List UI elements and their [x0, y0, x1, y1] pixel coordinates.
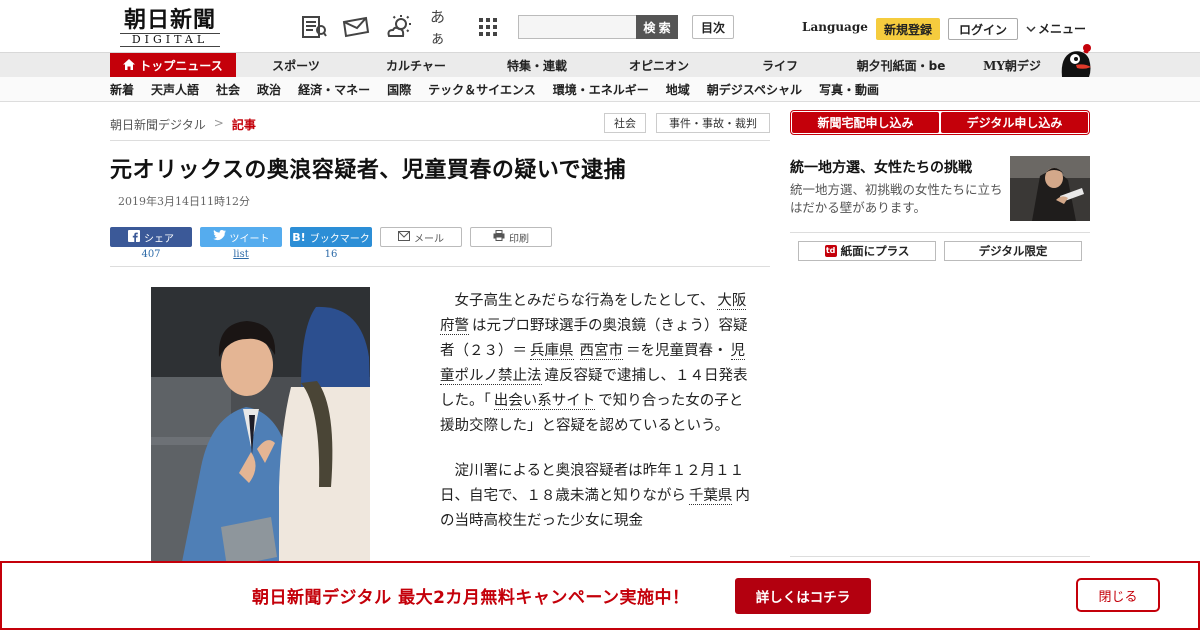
article-timestamp: 2019年3月14日11時12分	[118, 195, 250, 208]
digital-signup-button[interactable]: デジタル申し込み	[941, 112, 1088, 133]
site-header: 朝日新聞 DIGITAL あぁ 検 索 目次 Language 新規登録 ログイ…	[0, 0, 1200, 52]
breadcrumb-current: 記事	[231, 118, 256, 132]
chevron-down-icon	[1026, 22, 1036, 36]
twitter-share-button[interactable]: ツイート	[200, 227, 282, 247]
campaign-banner: 朝日新聞デジタル 最大2カ月無料キャンペーン実施中！ 詳しくはコチラ 閉じる	[0, 561, 1200, 630]
subnav-politics[interactable]: 政治	[257, 81, 281, 98]
divider	[110, 266, 770, 267]
subnav-special[interactable]: 朝デジスペシャル	[707, 81, 802, 98]
toc-button[interactable]: 目次	[692, 15, 734, 39]
subnav-tenseijingo[interactable]: 天声人語	[151, 81, 199, 98]
nav-culture[interactable]: カルチャー	[356, 53, 476, 78]
text-segment: 女子高生とみだらな行為をしたとして、	[454, 293, 715, 309]
campaign-details-button[interactable]: 詳しくはコチラ	[735, 578, 871, 614]
breadcrumb: 朝日新聞デジタル > 記事	[110, 116, 256, 133]
twitter-share-label: ツイート	[229, 233, 270, 245]
login-button[interactable]: ログイン	[948, 18, 1018, 40]
weather-icon[interactable]	[385, 13, 413, 41]
facebook-share-button[interactable]: シェア	[110, 227, 192, 247]
nav-my-asadigi[interactable]: MY朝デジ	[962, 53, 1062, 78]
mail-share-button[interactable]: メール	[380, 227, 462, 247]
mail-icon[interactable]	[342, 13, 370, 41]
article-body: 女子高生とみだらな行為をしたとして、 大阪府警 は元プロ野球選手の奥浪鏡（きょう）容…	[440, 289, 756, 554]
twitter-bird-icon	[212, 230, 226, 244]
nav-opinion[interactable]: オピニオン	[598, 53, 720, 78]
twitter-list-link[interactable]: list	[200, 249, 282, 260]
grid-menu-icon[interactable]	[474, 13, 502, 41]
search-input[interactable]	[518, 15, 638, 39]
menu-label: メニュー	[1038, 22, 1087, 36]
mascot-icon[interactable]	[1056, 43, 1094, 79]
site-logo[interactable]: 朝日新聞 DIGITAL	[110, 8, 230, 48]
nav-features[interactable]: 特集・連載	[476, 53, 598, 78]
breadcrumb-separator: >	[213, 116, 224, 130]
article-paragraph: 女子高生とみだらな行為をしたとして、 大阪府警 は元プロ野球選手の奥浪鏡（きょう）容…	[440, 289, 756, 439]
subnav-international[interactable]: 国際	[387, 81, 411, 98]
text-segment: ＝を児童買春・	[626, 343, 728, 359]
paper-plus-label: 紙面にプラス	[840, 244, 910, 258]
language-link[interactable]: Language	[802, 20, 868, 34]
font-size-icon[interactable]: あぁ	[430, 8, 458, 47]
hatena-bookmark-icon: B!	[292, 230, 306, 244]
feature-thumbnail[interactable]	[1010, 156, 1090, 221]
envelope-icon	[398, 230, 410, 244]
article-headline: 元オリックスの奥浪容疑者、児童買春の疑いで逮捕	[110, 158, 627, 183]
logo-sub-text: DIGITAL	[120, 33, 220, 47]
hatena-bookmark-button[interactable]: B! ブックマーク	[290, 227, 372, 247]
paper-plus-button[interactable]: td 紙面にプラス	[798, 241, 936, 261]
logo-main-text: 朝日新聞	[123, 7, 216, 33]
breadcrumb-home[interactable]: 朝日新聞デジタル	[110, 116, 206, 133]
hatena-bookmark-label: ブックマーク	[309, 233, 370, 245]
main-nav: トップニュース スポーツ カルチャー 特集・連載 オピニオン ライフ 朝夕刊紙面…	[0, 52, 1200, 78]
keyword-link-hyogo[interactable]: 兵庫県	[530, 343, 574, 360]
divider	[790, 556, 1090, 557]
paper-plus-icon: td	[824, 245, 837, 257]
mail-share-label: メール	[414, 233, 444, 245]
tag-society[interactable]: 社会	[604, 113, 646, 133]
register-button[interactable]: 新規登録	[876, 18, 940, 40]
subnav-economy[interactable]: 経済・マネー	[298, 81, 370, 98]
subnav-region[interactable]: 地域	[666, 81, 690, 98]
subscribe-buttons: 新聞宅配申し込み デジタル申し込み	[790, 110, 1090, 135]
newspaper-icon[interactable]	[300, 13, 328, 41]
nav-sports[interactable]: スポーツ	[236, 53, 356, 78]
menu-button[interactable]: メニュー	[1026, 20, 1086, 37]
keyword-link-chiba[interactable]: 千葉県	[688, 488, 733, 505]
subnav-environment[interactable]: 環境・エネルギー	[553, 81, 649, 98]
feature-description[interactable]: 統一地方選、初挑戦の女性たちに立ちはだかる壁があります。	[790, 181, 1004, 217]
hatena-bookmark-count: 16	[324, 249, 338, 260]
nav-top-news-label: トップニュース	[139, 59, 223, 73]
print-label: 印刷	[509, 233, 529, 245]
subnav-tech-science[interactable]: テック＆サイエンス	[428, 81, 536, 98]
campaign-text: 朝日新聞デジタル 最大2カ月無料キャンペーン実施中！	[252, 588, 690, 608]
newspaper-delivery-signup-button[interactable]: 新聞宅配申し込み	[792, 112, 939, 133]
divider	[110, 140, 770, 141]
subnav-society[interactable]: 社会	[216, 81, 240, 98]
article-paragraph: 淀川署によると奥浪容疑者は昨年１２月１１日、自宅で、１８歳未満と知りながら 千葉県…	[440, 459, 756, 534]
subnav-photo-video[interactable]: 写真・動画	[819, 81, 879, 98]
facebook-share-label: シェア	[144, 233, 174, 245]
sub-nav: 新着 天声人語 社会 政治 経済・マネー 国際 テック＆サイエンス 環境・エネル…	[0, 77, 1200, 102]
keyword-link-nishinomiya[interactable]: 西宮市	[579, 343, 623, 360]
printer-icon	[493, 230, 505, 244]
article-photo[interactable]	[151, 287, 370, 567]
nav-life[interactable]: ライフ	[720, 53, 840, 78]
nav-print-edition[interactable]: 朝夕刊紙面・be	[840, 53, 962, 78]
nav-top-news[interactable]: トップニュース	[110, 53, 236, 78]
facebook-share-count: 407	[141, 249, 161, 260]
subnav-latest[interactable]: 新着	[110, 81, 134, 98]
feature-title[interactable]: 統一地方選、女性たちの挑戦	[790, 157, 972, 177]
close-banner-button[interactable]: 閉じる	[1076, 578, 1160, 612]
facebook-icon	[128, 229, 140, 245]
print-button[interactable]: 印刷	[470, 227, 552, 247]
tag-incidents[interactable]: 事件・事故・裁判	[656, 113, 770, 133]
search-button[interactable]: 検 索	[636, 15, 678, 39]
keyword-link-dating-site[interactable]: 出会い系サイト	[493, 393, 596, 410]
divider	[790, 232, 1090, 233]
digital-only-button[interactable]: デジタル限定	[944, 241, 1082, 261]
home-icon	[123, 58, 136, 73]
